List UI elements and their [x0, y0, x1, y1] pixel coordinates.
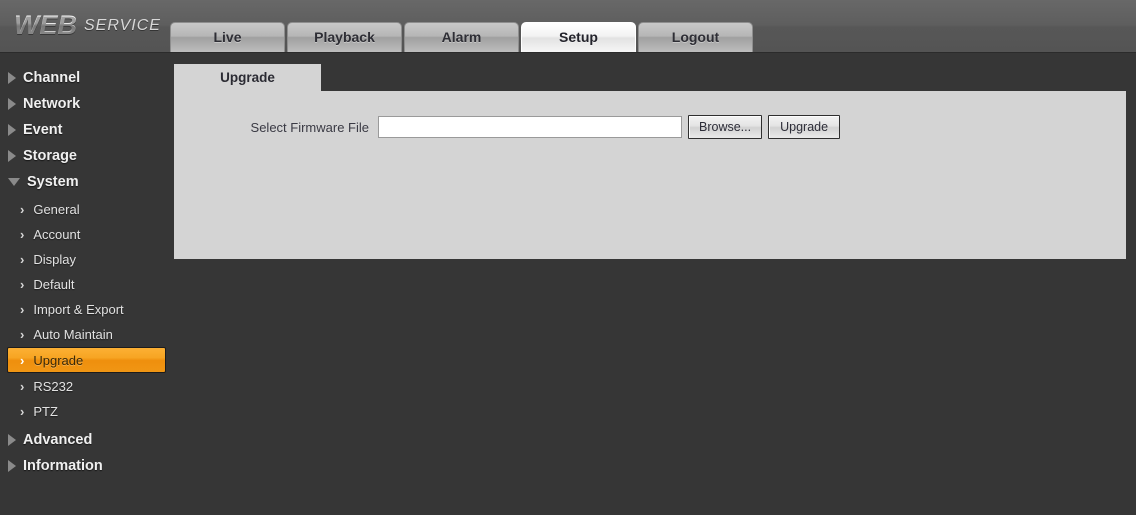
sidebar-subitem-label: Account — [33, 226, 81, 242]
sidebar-subitem-label: Display — [33, 251, 76, 267]
firmware-file-input[interactable] — [378, 116, 682, 138]
sidebar-item-label: Network — [23, 96, 81, 112]
sidebar-item-label: Advanced — [23, 432, 93, 448]
panel-wrapper: Upgrade Select Firmware File Browse... U… — [174, 64, 1126, 259]
app-header: WEB SERVICE Live Playback Alarm Setup Lo… — [0, 0, 1136, 53]
triangle-right-icon — [8, 434, 16, 446]
logo-primary-text: WEB — [14, 10, 77, 40]
content-area: Upgrade Select Firmware File Browse... U… — [174, 53, 1136, 514]
sidebar-item-default[interactable]: › Default — [8, 272, 166, 296]
panel-tabbar: Upgrade — [174, 64, 1126, 91]
sidebar-item-advanced[interactable]: Advanced — [0, 427, 174, 453]
chevron-right-icon: › — [20, 352, 25, 368]
app-logo: WEB SERVICE — [0, 0, 170, 52]
sidebar-item-system[interactable]: System — [0, 169, 174, 195]
sidebar-item-channel[interactable]: Channel — [0, 65, 174, 91]
sidebar-subitem-label: Import & Export — [33, 301, 124, 317]
sidebar-item-label: Channel — [23, 70, 81, 86]
sidebar-item-label: Storage — [23, 148, 77, 164]
upgrade-button[interactable]: Upgrade — [768, 115, 841, 139]
sidebar-item-account[interactable]: › Account — [8, 222, 166, 246]
sidebar-subitem-label: Default — [33, 276, 75, 292]
sidebar-item-display[interactable]: › Display — [8, 247, 166, 271]
sidebar-subitem-label: RS232 — [33, 378, 74, 394]
chevron-right-icon: › — [20, 276, 25, 292]
sidebar-item-rs232[interactable]: › RS232 — [8, 374, 166, 398]
triangle-right-icon — [8, 460, 16, 472]
tab-live[interactable]: Live — [170, 22, 285, 52]
sidebar-subitem-label: PTZ — [33, 403, 58, 419]
chevron-right-icon: › — [20, 378, 25, 394]
tab-logout[interactable]: Logout — [638, 22, 753, 52]
chevron-right-icon: › — [20, 403, 25, 419]
sidebar-item-upgrade[interactable]: › Upgrade — [7, 347, 166, 373]
chevron-right-icon: › — [20, 301, 25, 317]
triangle-right-icon — [8, 150, 16, 162]
logo-secondary-text: SERVICE — [84, 16, 161, 34]
sidebar-item-label: Event — [23, 122, 63, 138]
tab-upgrade[interactable]: Upgrade — [174, 64, 321, 91]
firmware-form-row: Select Firmware File Browse... Upgrade — [174, 91, 1126, 139]
sidebar-nav: Channel Network Event Storage System › G… — [0, 53, 174, 514]
sidebar-item-storage[interactable]: Storage — [0, 143, 174, 169]
sidebar-item-auto-maintain[interactable]: › Auto Maintain — [8, 322, 166, 346]
sidebar-subitem-label: Upgrade — [33, 352, 84, 368]
triangle-right-icon — [8, 98, 16, 110]
triangle-right-icon — [8, 72, 16, 84]
sidebar-item-information[interactable]: Information — [0, 453, 174, 479]
sidebar-item-ptz[interactable]: › PTZ — [8, 399, 166, 423]
sidebar-subitem-label: General — [33, 201, 80, 217]
chevron-right-icon: › — [20, 201, 25, 217]
sidebar-item-import-export[interactable]: › Import & Export — [8, 297, 166, 321]
sidebar-item-general[interactable]: › General — [8, 197, 166, 221]
sidebar-item-label: System — [27, 174, 79, 190]
sidebar-item-network[interactable]: Network — [0, 91, 174, 117]
tab-playback[interactable]: Playback — [287, 22, 402, 52]
triangle-right-icon — [8, 124, 16, 136]
triangle-down-icon — [8, 178, 20, 186]
body-area: Channel Network Event Storage System › G… — [0, 53, 1136, 514]
sidebar-system-submenu: › General › Account › Display › Default … — [0, 197, 174, 423]
main-nav-tabs: Live Playback Alarm Setup Logout — [170, 0, 753, 52]
upgrade-panel: Select Firmware File Browse... Upgrade — [174, 91, 1126, 259]
tab-setup[interactable]: Setup — [521, 22, 636, 52]
sidebar-item-event[interactable]: Event — [0, 117, 174, 143]
sidebar-subitem-label: Auto Maintain — [33, 326, 113, 342]
tab-alarm[interactable]: Alarm — [404, 22, 519, 52]
firmware-file-label: Select Firmware File — [250, 119, 369, 135]
browse-button[interactable]: Browse... — [688, 115, 763, 139]
sidebar-item-label: Information — [23, 458, 103, 474]
chevron-right-icon: › — [20, 226, 25, 242]
chevron-right-icon: › — [20, 251, 25, 267]
chevron-right-icon: › — [20, 326, 25, 342]
